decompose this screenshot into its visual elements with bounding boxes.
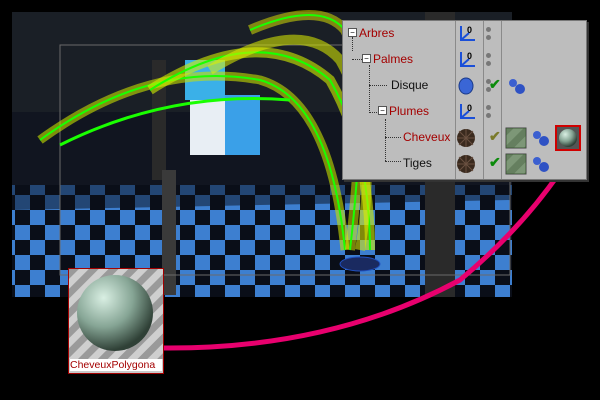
- svg-text:0: 0: [467, 25, 472, 35]
- null-object-icon: 0: [460, 51, 475, 67]
- om-row-tiges[interactable]: Tiges ✔: [343, 151, 586, 177]
- material-preview-tile[interactable]: CheveuxPolygona: [68, 268, 164, 374]
- collapse-toggle[interactable]: −: [348, 28, 357, 37]
- disc-emitter: [339, 256, 381, 272]
- om-row-arbres[interactable]: − Arbres 0: [343, 21, 586, 47]
- null-object-icon: 0: [460, 103, 475, 119]
- object-name[interactable]: Arbres: [359, 26, 394, 40]
- texture-tag-icon[interactable]: [531, 129, 551, 147]
- texture-tag-icon[interactable]: [507, 77, 527, 95]
- check-icon[interactable]: ✔: [489, 76, 501, 93]
- hair-icon: [457, 155, 475, 173]
- material-sphere-icon[interactable]: [555, 125, 581, 151]
- collapse-toggle[interactable]: −: [378, 106, 387, 115]
- check-icon[interactable]: ✔: [489, 128, 501, 145]
- material-name-label[interactable]: CheveuxPolygona: [70, 359, 162, 371]
- check-icon[interactable]: ✔: [489, 154, 501, 171]
- svg-text:0: 0: [467, 51, 472, 61]
- object-name[interactable]: Tiges: [403, 156, 432, 170]
- object-name[interactable]: Cheveux: [403, 130, 450, 144]
- disc-icon: [458, 77, 474, 95]
- om-row-cheveux[interactable]: Cheveux ✔: [343, 125, 586, 151]
- om-row-plumes[interactable]: − Plumes 0: [343, 99, 586, 125]
- texture-tag-icon[interactable]: [531, 155, 551, 173]
- null-object-icon: 0: [460, 25, 475, 41]
- texture-tag-icon[interactable]: [505, 153, 527, 175]
- om-row-disque[interactable]: Disque ✔: [343, 73, 586, 99]
- texture-tag-icon[interactable]: [505, 127, 527, 149]
- collapse-toggle[interactable]: −: [362, 54, 371, 63]
- object-name[interactable]: Disque: [391, 78, 428, 92]
- svg-text:0: 0: [467, 103, 472, 113]
- hair-icon: [457, 129, 475, 147]
- material-sphere-icon: [69, 269, 163, 359]
- object-name[interactable]: Plumes: [389, 104, 429, 118]
- object-manager-panel[interactable]: − Arbres 0 − Palmes 0 Disque ✔ − Plumes: [342, 20, 587, 180]
- object-name[interactable]: Palmes: [373, 52, 413, 66]
- om-row-palmes[interactable]: − Palmes 0: [343, 47, 586, 73]
